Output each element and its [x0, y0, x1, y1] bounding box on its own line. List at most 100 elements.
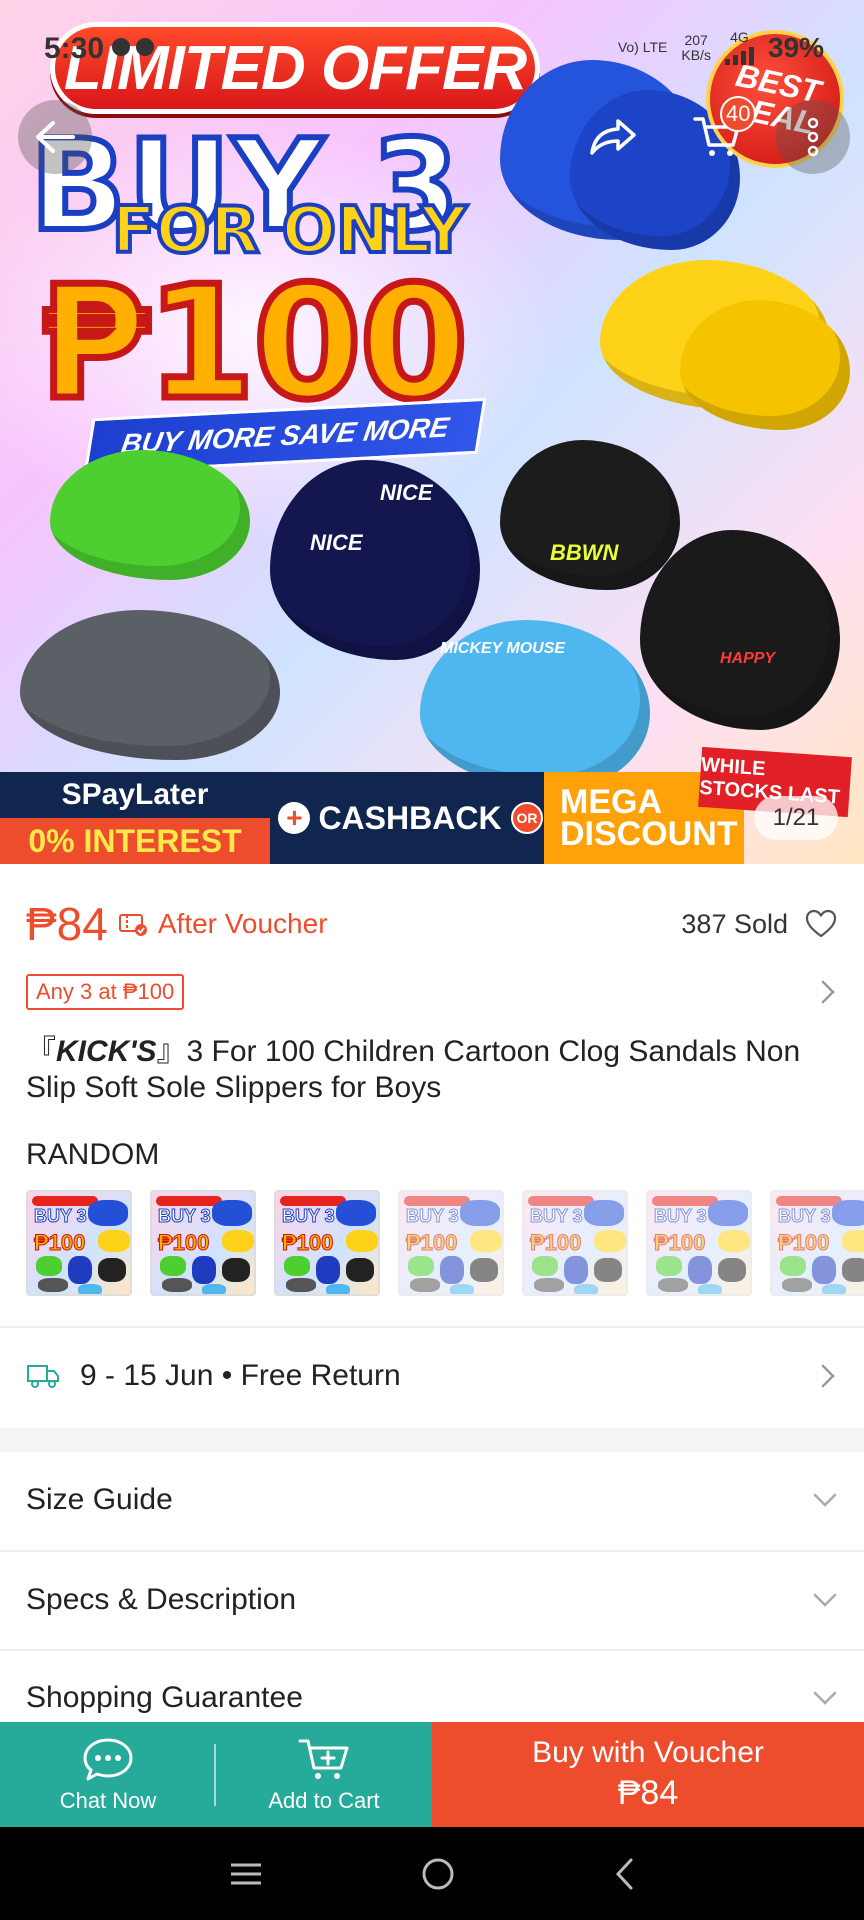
thumb-offer-band	[280, 1196, 346, 1206]
chat-bubble-icon	[83, 1738, 133, 1780]
thumb-shoe	[718, 1258, 746, 1282]
thumb-buy-text: BUY 3	[406, 1206, 460, 1227]
chat-now-label: Chat Now	[59, 1787, 157, 1813]
chevron-down-icon	[813, 1593, 837, 1607]
section-gap	[0, 1428, 864, 1452]
chevron-right-icon	[821, 1364, 835, 1388]
thumb-buy-text: BUY 3	[158, 1206, 212, 1227]
volte-indicator: Vo) LTE	[618, 40, 668, 55]
thumb-shoe	[832, 1200, 864, 1226]
variant-thumbnail[interactable]: BUY 3 ₱100	[770, 1190, 864, 1296]
divider	[0, 1649, 864, 1651]
cashback-label: CASHBACK	[318, 799, 502, 836]
variant-label: RANDOM	[26, 1138, 160, 1171]
variant-thumbnails: BUY 3 ₱100 BUY 3 ₱100 BUY 3 ₱100 BUY 3 ₱100 BUY …	[26, 1190, 864, 1296]
thumb-shoe	[782, 1278, 812, 1292]
thumb-buy-text: BUY 3	[530, 1206, 584, 1227]
more-options-button[interactable]	[776, 100, 850, 174]
divider	[0, 1550, 864, 1552]
add-to-cart-button[interactable]: Add to Cart	[216, 1722, 432, 1827]
network-speed-unit: KB/s	[681, 46, 711, 63]
thumb-shoe	[470, 1258, 498, 1282]
thumb-offer-band	[652, 1196, 718, 1206]
specs-description-title: Specs & Description	[26, 1583, 297, 1616]
thumb-shoe	[718, 1230, 750, 1252]
size-guide-row[interactable]: Size Guide	[26, 1470, 838, 1530]
specs-description-row[interactable]: Specs & Description	[26, 1570, 838, 1630]
price-row: ₱84 After Voucher 387 Sold	[26, 896, 838, 952]
thumb-shoe	[460, 1200, 500, 1226]
system-navigation-bar	[0, 1827, 864, 1920]
or-badge: OR	[510, 772, 544, 864]
thumb-shoe	[780, 1256, 806, 1276]
thumb-shoe	[38, 1278, 68, 1292]
shoe-label-mickey: MICKEY MOUSE	[440, 640, 566, 657]
secondary-actions: Chat Now Add to Cart	[0, 1722, 432, 1827]
notification-dot-icon	[112, 38, 130, 56]
back-button[interactable]	[18, 100, 92, 174]
home-circle-icon[interactable]	[421, 1857, 455, 1891]
thumb-shoe	[222, 1230, 254, 1252]
thumb-buy-text: BUY 3	[34, 1206, 88, 1227]
shopping-guarantee-row[interactable]: Shopping Guarantee	[26, 1668, 838, 1728]
thumb-price-text: ₱100	[529, 1230, 582, 1256]
voucher-icon	[118, 914, 147, 936]
chat-now-button[interactable]: Chat Now	[0, 1722, 216, 1827]
variant-thumbnail[interactable]: BUY 3 ₱100	[26, 1190, 132, 1296]
status-indicators: Vo) LTE 207 KB/s 4G 39%	[618, 30, 824, 65]
shoe-black-red-sandal	[640, 530, 840, 730]
thumb-price-text: ₱100	[405, 1230, 458, 1256]
sold-count: 387 Sold	[681, 908, 788, 939]
thumb-shoe	[594, 1230, 626, 1252]
chevron-down-icon	[813, 1493, 837, 1507]
thumb-shoe	[450, 1284, 474, 1294]
variant-thumbnail[interactable]: BUY 3 ₱100	[150, 1190, 256, 1296]
add-cart-icon	[298, 1739, 349, 1779]
thumb-shoe	[698, 1284, 722, 1294]
thumb-offer-band	[528, 1196, 594, 1206]
shipping-row[interactable]: 9 - 15 Jun • Free Return	[26, 1346, 838, 1406]
shipping-text: 9 - 15 Jun • Free Return	[80, 1359, 401, 1392]
thumb-offer-band	[32, 1196, 98, 1206]
thumb-shoe	[192, 1256, 216, 1284]
bundle-deal-tag: Any 3 at ₱100	[26, 974, 185, 1010]
product-page: LIMITED OFFER BUY 3 FOR ONLY ₱100 BUY MO…	[0, 0, 864, 1920]
size-guide-title: Size Guide	[26, 1483, 173, 1516]
action-separator	[214, 1744, 216, 1806]
thumb-shoe	[68, 1256, 92, 1284]
thumb-shoe	[284, 1256, 310, 1276]
arrow-left-icon	[36, 121, 75, 153]
variant-thumbnail[interactable]: BUY 3 ₱100	[522, 1190, 628, 1296]
thumb-shoe	[574, 1284, 598, 1294]
thumb-shoe	[346, 1258, 374, 1282]
variant-thumbnail[interactable]: BUY 3 ₱100	[274, 1190, 380, 1296]
favorite-heart-icon[interactable]	[804, 907, 838, 941]
share-button[interactable]	[576, 100, 650, 174]
back-chevron-icon[interactable]	[613, 1857, 635, 1891]
plus-icon: +	[278, 802, 311, 834]
thumb-shoe	[88, 1200, 128, 1226]
variant-thumbnail[interactable]: BUY 3 ₱100	[646, 1190, 752, 1296]
thumb-shoe	[202, 1284, 226, 1294]
buy-with-voucher-button[interactable]: Buy with Voucher ₱84	[432, 1722, 864, 1827]
thumb-price-text: ₱100	[157, 1230, 210, 1256]
thumb-offer-band	[776, 1196, 842, 1206]
variant-thumbnail[interactable]: BUY 3 ₱100	[398, 1190, 504, 1296]
thumb-shoe	[98, 1258, 126, 1282]
divider	[0, 1326, 864, 1328]
thumb-shoe	[408, 1256, 434, 1276]
recents-menu-icon[interactable]	[229, 1861, 263, 1887]
thumb-shoe	[594, 1258, 622, 1282]
thumb-shoe	[658, 1278, 688, 1292]
network-speed-value: 207	[684, 31, 708, 48]
product-title: 『KICK'S』3 For 100 Children Cartoon Clog …	[26, 1034, 816, 1106]
thumb-buy-text: BUY 3	[654, 1206, 708, 1227]
thumb-shoe	[534, 1278, 564, 1292]
cart-button[interactable]: 40	[680, 96, 757, 174]
cashback-block: + CASHBACK	[270, 772, 510, 864]
cart-count-badge: 40	[720, 96, 757, 132]
notification-icons	[112, 38, 160, 61]
thumb-shoe	[410, 1278, 440, 1292]
thumb-shoe	[812, 1256, 836, 1284]
deal-tag-row[interactable]: Any 3 at ₱100	[26, 974, 838, 1010]
